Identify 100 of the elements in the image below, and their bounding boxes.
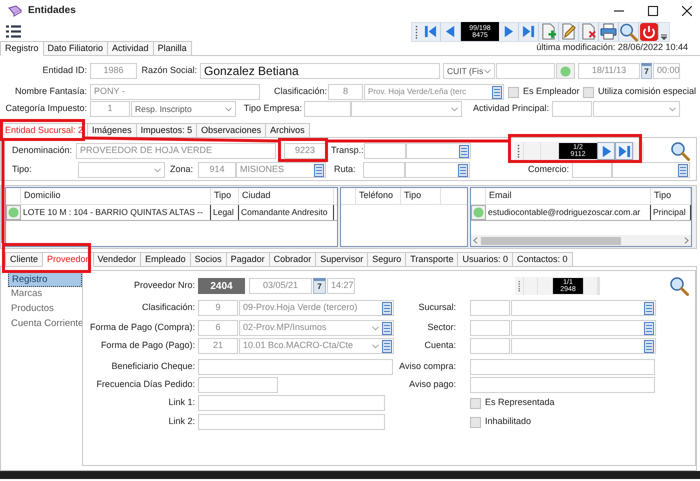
text-field[interactable]: 8 [328, 84, 363, 100]
lookup-field[interactable]: Prov. Hoja Verde/Leña (terc [364, 84, 504, 100]
text-field[interactable]: PONY - [90, 84, 260, 100]
checkbox[interactable] [508, 86, 519, 98]
number-field: 2404 [198, 278, 245, 294]
lookup-field[interactable] [405, 162, 470, 178]
table-cell: LOTE 10 M : 104 - BARRIO QUINTAS ALTAS -- [21, 205, 211, 220]
tab[interactable]: Empleado [140, 252, 191, 267]
menu-button[interactable] [6, 24, 21, 38]
search-button[interactable] [668, 276, 690, 296]
text-field[interactable] [363, 162, 405, 178]
table-cell: estudiocontable@rodriguezoscar.com.ar [486, 205, 651, 220]
print-button[interactable] [599, 22, 619, 41]
tab[interactable]: Seguro [367, 252, 406, 267]
column-header[interactable]: Tipo [651, 188, 691, 204]
calendar-button[interactable]: 7 [641, 63, 652, 79]
text-field[interactable] [470, 377, 655, 393]
text-field[interactable] [496, 63, 555, 79]
search-button[interactable] [619, 22, 639, 41]
field-label: Denominación: [12, 144, 73, 158]
tab[interactable]: Contactos: 0 [512, 252, 573, 267]
play-icon [502, 25, 515, 38]
text-field[interactable] [198, 359, 393, 375]
text-field[interactable] [470, 359, 655, 375]
lookup-field[interactable] [406, 143, 471, 159]
next-button[interactable] [597, 142, 615, 160]
sidebar-item[interactable]: Cuenta Corriente [8, 317, 82, 332]
sidebar-item[interactable]: Registro [8, 272, 82, 287]
field-label: Beneficiario Cheque: [110, 360, 195, 374]
maximize-button[interactable] [646, 4, 660, 18]
tab[interactable]: Planilla [152, 41, 192, 56]
last-modified-text: última modificación: 28/06/2022 10:44 [536, 40, 688, 54]
text-field[interactable] [198, 377, 278, 393]
lookup-field[interactable] [511, 320, 656, 336]
tab[interactable]: Vendedor [92, 252, 142, 267]
lookup-field[interactable] [511, 338, 656, 354]
tab[interactable]: Pagador [226, 252, 270, 267]
tab[interactable]: Cliente [5, 252, 44, 267]
text-field[interactable] [304, 101, 351, 117]
chevron-down-icon [154, 168, 161, 172]
power-icon [640, 22, 658, 40]
circle-icon [560, 66, 571, 76]
list-icon [458, 164, 468, 176]
lookup-field[interactable] [511, 300, 656, 316]
search-button[interactable] [669, 141, 691, 161]
column-header[interactable]: Domicilio [21, 188, 211, 204]
field-label: Ruta: [334, 163, 357, 176]
tab[interactable]: Cobrador [268, 252, 316, 267]
text-field[interactable] [470, 300, 510, 316]
text-field[interactable]: 1986 [90, 63, 137, 79]
lookup-field[interactable] [612, 162, 690, 178]
checkbox[interactable] [583, 86, 594, 98]
column-header[interactable]: Email [486, 188, 651, 204]
text-field[interactable]: Gonzalez Betiana [200, 63, 440, 79]
text-field[interactable] [198, 414, 385, 430]
tab[interactable]: Imágenes [87, 123, 137, 138]
checkbox[interactable] [470, 398, 481, 408]
tab[interactable]: Dato Filiatorio [42, 41, 108, 56]
grip-icon [518, 279, 520, 293]
field-label: Cuenta: [423, 339, 456, 352]
horizontal-scrollbar[interactable] [471, 235, 691, 246]
calendar-button[interactable]: 7 [313, 278, 326, 294]
tab[interactable]: Transporte [405, 252, 458, 267]
last-button[interactable] [615, 142, 633, 160]
text-field[interactable] [470, 338, 510, 354]
column-header[interactable]: Tipo [401, 188, 441, 204]
scrollbar-thumb[interactable] [481, 236, 621, 244]
table-cell: Principal [651, 205, 691, 220]
tab[interactable]: Impuestos: 5 [136, 123, 198, 138]
list-icon [492, 86, 502, 98]
text-field[interactable] [364, 143, 406, 159]
close-button[interactable] [680, 4, 694, 18]
text-field[interactable] [572, 162, 612, 178]
dropdown[interactable]: CUIT (Fis [443, 63, 495, 79]
text-field[interactable] [552, 101, 592, 117]
column-header[interactable]: Teléfono [356, 188, 401, 204]
text-field[interactable]: 9 [198, 300, 238, 316]
sidebar-item[interactable]: Productos [8, 302, 82, 317]
dropdown[interactable]: Resp. Inscripto [131, 101, 236, 117]
toolbar-slot [633, 142, 644, 160]
column-header[interactable]: Tipo [211, 188, 239, 204]
sidebar-item[interactable]: Marcas [8, 287, 82, 302]
checkbox[interactable] [470, 416, 481, 428]
toolbar-slot [523, 142, 541, 160]
tab[interactable]: Archivos [265, 123, 310, 138]
text-field[interactable] [198, 395, 385, 411]
tab[interactable]: Supervisor [315, 252, 368, 267]
list-icon [678, 164, 688, 176]
field-label: Aviso compra: [398, 360, 456, 374]
exit-button[interactable] [639, 22, 659, 41]
text-field[interactable] [470, 320, 510, 336]
tab[interactable]: Socios [190, 252, 227, 267]
text-field[interactable]: 6 [198, 320, 238, 336]
tab[interactable]: Actividad [107, 41, 154, 56]
field-label: Sucursal: [417, 301, 456, 314]
tab[interactable]: Observaciones [196, 123, 266, 138]
tab[interactable]: Proveedor [42, 252, 94, 267]
tab[interactable]: Usuarios: 0 [457, 252, 513, 267]
tab[interactable]: Registro [0, 41, 44, 56]
column-header[interactable]: Ciudad [239, 188, 334, 204]
